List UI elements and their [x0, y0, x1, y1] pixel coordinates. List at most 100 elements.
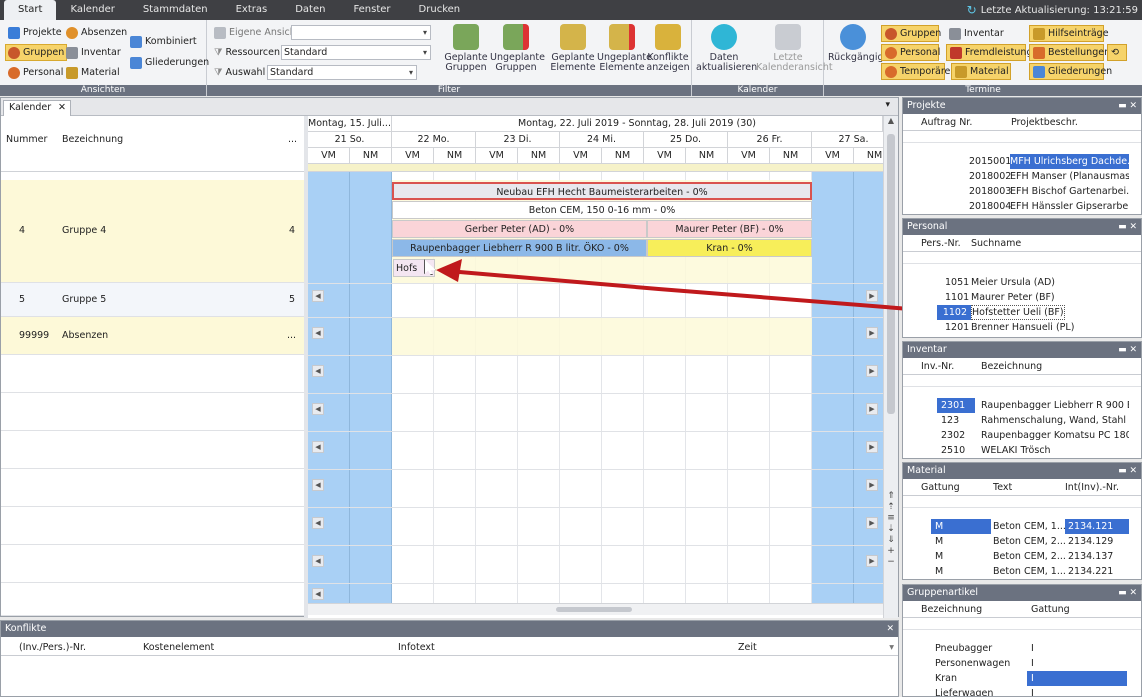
- table-row[interactable]: 5 Gruppe 5 5: [1, 283, 304, 317]
- col-infotext-header[interactable]: Infotext: [398, 640, 435, 656]
- view-projekte-button[interactable]: Projekte: [6, 24, 64, 41]
- zoom-controls[interactable]: ⇑ ⇡ ≡ ⇣ ⇓ + −: [886, 491, 896, 568]
- rueckgaengig-button[interactable]: Rückgängig: [828, 22, 884, 82]
- filter-row[interactable]: [903, 252, 1141, 264]
- list-item[interactable]: 2015001 MFH Ulrichsberg Dachde...: [919, 154, 1129, 169]
- horizontal-scrollbar[interactable]: [308, 603, 883, 615]
- menu-kalender[interactable]: Kalender: [56, 0, 128, 20]
- list-item[interactable]: 2510 WELAKI Trösch: [919, 443, 1129, 458]
- personal-bar-maurer[interactable]: Maurer Peter (BF) - 0%: [647, 220, 812, 238]
- geplante-gruppen-button[interactable]: Geplante Gruppen: [442, 22, 490, 82]
- nav-left-button[interactable]: ◀: [312, 479, 324, 491]
- col-text-header[interactable]: Text: [993, 479, 1012, 496]
- vertical-scrollbar[interactable]: ▲ ⇑ ⇡ ≡ ⇣ ⇓ + −: [883, 116, 898, 618]
- menu-drucken[interactable]: Drucken: [405, 0, 475, 20]
- auswahl-combo[interactable]: Standard: [267, 65, 417, 80]
- nav-right-button[interactable]: ▶: [866, 290, 878, 302]
- list-item-selected[interactable]: Kran I: [919, 671, 1129, 686]
- termine-gruppen-button[interactable]: Gruppen: [881, 25, 941, 42]
- nav-right-button[interactable]: ▶: [866, 365, 878, 377]
- view-personal-button[interactable]: Personal: [6, 64, 65, 81]
- termine-material-button[interactable]: Material: [951, 63, 1011, 80]
- panel-close-icon[interactable]: ▬ ✕: [1118, 219, 1137, 235]
- termine-bestellungen-button[interactable]: Bestellungen: [1029, 44, 1110, 61]
- menu-stammdaten[interactable]: Stammdaten: [129, 0, 222, 20]
- nav-left-button[interactable]: ◀: [312, 517, 324, 529]
- list-item-selected[interactable]: M Beton CEM, 1... 2134.121: [919, 519, 1129, 534]
- inventar-bar-kran[interactable]: Kran - 0%: [647, 239, 812, 257]
- filter-row[interactable]: [903, 131, 1141, 143]
- konflikte-anzeigen-button[interactable]: Konflikte anzeigen: [645, 22, 691, 82]
- nav-left-button[interactable]: ◀: [312, 403, 324, 415]
- col-zeit-header[interactable]: Zeit: [738, 640, 757, 656]
- menu-daten[interactable]: Daten: [281, 0, 339, 20]
- project-bar[interactable]: Neubau EFH Hecht Baumeisterarbeiten - 0%: [392, 182, 812, 200]
- letzte-kalenderansicht-button[interactable]: Letzte Kalenderansicht: [756, 22, 833, 82]
- list-item[interactable]: 1051 Meier Ursula (AD): [919, 275, 1129, 290]
- list-item[interactable]: 1101 Maurer Peter (BF): [919, 290, 1129, 305]
- list-item[interactable]: M Beton CEM, 2... 2134.129: [919, 534, 1129, 549]
- view-inventar-button[interactable]: Inventar: [64, 44, 123, 61]
- list-item[interactable]: 2018004 EFH Hänssler Gipserarbe...: [919, 199, 1129, 214]
- inventar-bar-raupenbagger[interactable]: Raupenbagger Liebherr R 900 B litr. ÖKO …: [392, 239, 647, 257]
- col-nummer-header[interactable]: Nummer: [6, 134, 47, 145]
- list-item[interactable]: M Beton CEM, 2... 2134.137: [919, 549, 1129, 564]
- ungeplante-gruppen-button[interactable]: Ungeplante Gruppen: [490, 22, 545, 82]
- horizontal-scroll-thumb[interactable]: [556, 607, 632, 612]
- menu-start[interactable]: Start: [4, 0, 57, 20]
- nav-right-button[interactable]: ▶: [866, 517, 878, 529]
- nav-left-button[interactable]: ◀: [312, 588, 324, 600]
- col-gattung-header[interactable]: Gattung: [921, 479, 960, 496]
- nav-left-button[interactable]: ◀: [312, 555, 324, 567]
- nav-right-button[interactable]: ▶: [866, 403, 878, 415]
- close-icon[interactable]: ✕: [58, 101, 66, 115]
- daten-aktualisieren-button[interactable]: Daten aktualisieren: [696, 22, 757, 82]
- col-intnr-header[interactable]: Int(Inv).-Nr.: [1065, 479, 1119, 496]
- menu-fenster[interactable]: Fenster: [339, 0, 404, 20]
- col-gattung-header[interactable]: Gattung: [1031, 601, 1070, 618]
- col-suchname-header[interactable]: Suchname: [971, 235, 1021, 252]
- termine-gliederungen-button[interactable]: Gliederungen: [1029, 63, 1112, 80]
- list-item[interactable]: 1201 Brenner Hansueli (PL): [919, 320, 1129, 335]
- col-bezeichnung-header[interactable]: Bezeichnung: [921, 601, 982, 618]
- list-item[interactable]: M Beton CEM, 1... 2134.221: [919, 564, 1129, 579]
- ungeplante-elemente-button[interactable]: Ungeplante Elemente: [597, 22, 652, 82]
- nav-left-button[interactable]: ◀: [312, 365, 324, 377]
- termine-temporaere-button[interactable]: Temporäre: [881, 63, 950, 80]
- list-item[interactable]: 123 Rahmenschalung, Wand, Stahl: [919, 413, 1129, 428]
- col-persnr-header[interactable]: Pers.-Nr.: [921, 235, 961, 252]
- chevron-down-icon[interactable]: ▾: [885, 100, 890, 110]
- termine-hilfseintraege-button[interactable]: Hilfseinträge: [1029, 25, 1109, 42]
- termine-more-button[interactable]: ⟲: [1107, 44, 1127, 61]
- col-invpers-header[interactable]: (Inv./Pers.)-Nr.: [19, 640, 86, 656]
- table-row[interactable]: 4 Gruppe 4 4: [1, 180, 304, 283]
- nav-left-button[interactable]: ◀: [312, 290, 324, 302]
- list-item-selected[interactable]: 2301 Raupenbagger Liebherr R 900 B...: [919, 398, 1129, 413]
- more-columns-button[interactable]: ...: [288, 134, 297, 145]
- panel-close-icon[interactable]: ▬ ✕: [1118, 463, 1137, 479]
- view-gruppen-button[interactable]: Gruppen: [5, 44, 68, 61]
- list-item[interactable]: Pneubagger I: [919, 641, 1129, 656]
- material-bar[interactable]: Beton CEM, 150 0-16 mm - 0%: [392, 201, 812, 219]
- eigene-ansicht-combo[interactable]: [291, 25, 431, 40]
- list-item[interactable]: 2302 Raupenbagger Komatsu PC 180...: [919, 428, 1129, 443]
- list-item[interactable]: Personenwagen I: [919, 656, 1129, 671]
- list-item[interactable]: 2018003 EFH Bischof Gartenarbei...: [919, 184, 1129, 199]
- list-item[interactable]: 2018002 EFH Manser (Planausmass): [919, 169, 1129, 184]
- col-invnr-header[interactable]: Inv.-Nr.: [921, 358, 954, 375]
- termine-personal-button[interactable]: Personal: [881, 44, 940, 61]
- list-item-selected[interactable]: 1102 Hofstetter Ueli (BF): [919, 305, 1129, 320]
- filter-row[interactable]: [903, 496, 1141, 508]
- nav-right-button[interactable]: ▶: [866, 555, 878, 567]
- col-bezeichnung-header[interactable]: Bezeichnung: [62, 134, 123, 145]
- menu-extras[interactable]: Extras: [222, 0, 282, 20]
- nav-right-button[interactable]: ▶: [866, 327, 878, 339]
- nav-left-button[interactable]: ◀: [312, 327, 324, 339]
- table-row[interactable]: 99999 Absenzen ...: [1, 317, 304, 355]
- personal-bar-gerber[interactable]: Gerber Peter (AD) - 0%: [392, 220, 647, 238]
- scroll-up-icon[interactable]: ▲: [884, 116, 898, 125]
- view-absenzen-button[interactable]: Absenzen: [64, 24, 129, 41]
- panel-close-icon[interactable]: ▬ ✕: [1118, 98, 1137, 114]
- nav-right-button[interactable]: ▶: [866, 479, 878, 491]
- col-bezeichnung-header[interactable]: Bezeichnung: [981, 358, 1042, 375]
